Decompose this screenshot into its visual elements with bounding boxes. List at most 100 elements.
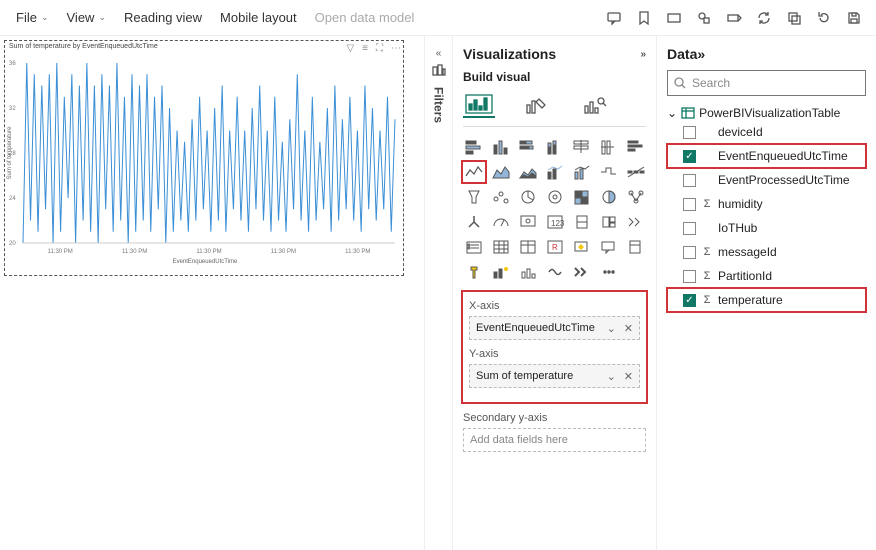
field-messageId[interactable]: ΣmessageId (667, 240, 866, 264)
visual-type-38[interactable] (544, 262, 566, 282)
field-checkbox[interactable]: ✓ (683, 294, 696, 307)
format-visual-tab[interactable] (521, 92, 553, 118)
visual-type-33[interactable] (598, 237, 620, 257)
visual-type-27[interactable] (625, 212, 647, 232)
visual-type-10[interactable] (544, 162, 566, 182)
filters-pane-collapsed[interactable]: « Filters (424, 36, 452, 550)
visual-type-2[interactable] (517, 137, 539, 157)
arrow-icon[interactable] (720, 4, 748, 32)
field-deviceId[interactable]: deviceId (667, 120, 866, 144)
svg-text:11:30 PM: 11:30 PM (122, 249, 147, 255)
visual-type-28[interactable] (463, 237, 485, 257)
visual-type-40[interactable] (598, 262, 620, 282)
y-axis-well[interactable]: Sum of temperature ⌄✕ (469, 364, 640, 388)
field-checkbox[interactable] (683, 246, 696, 259)
report-canvas[interactable]: Sum of temperature by EventEnqueuedUtcTi… (0, 36, 424, 550)
visual-type-35[interactable] (463, 262, 485, 282)
visual-type-9[interactable] (517, 162, 539, 182)
visual-type-6[interactable] (625, 137, 647, 157)
field-name: EventEnqueuedUtcTime (718, 149, 866, 163)
filters-label: Filters (432, 87, 446, 123)
visual-type-7[interactable] (463, 162, 485, 182)
field-checkbox[interactable] (683, 270, 696, 283)
x-axis-well[interactable]: EventEnqueuedUtcTime ⌄✕ (469, 316, 640, 340)
visual-type-15[interactable] (490, 187, 512, 207)
x-axis-dropdown-icon[interactable]: ⌄ (607, 322, 616, 335)
expand-filters-icon[interactable]: « (436, 48, 442, 59)
reset-icon[interactable] (810, 4, 838, 32)
shapes-icon[interactable] (690, 4, 718, 32)
field-checkbox[interactable] (683, 174, 696, 187)
visualizations-pane: Visualizations» Build visual 123R X-axis… (452, 36, 656, 550)
visual-type-31[interactable]: R (544, 237, 566, 257)
reading-view-button[interactable]: Reading view (116, 6, 210, 29)
sync-icon[interactable] (750, 4, 778, 32)
field-checkbox[interactable] (683, 126, 696, 139)
save-icon[interactable] (840, 4, 868, 32)
visual-type-26[interactable] (598, 212, 620, 232)
visual-type-23[interactable] (517, 212, 539, 232)
bookmark-icon[interactable] (630, 4, 658, 32)
comment-icon[interactable] (600, 4, 628, 32)
visual-type-8[interactable] (490, 162, 512, 182)
field-humidity[interactable]: Σhumidity (667, 192, 866, 216)
field-IoTHub[interactable]: IoTHub (667, 216, 866, 240)
visual-type-0[interactable] (463, 137, 485, 157)
secondary-y-well[interactable]: Add data fields here (463, 428, 646, 452)
visual-type-37[interactable] (517, 262, 539, 282)
visual-type-22[interactable] (490, 212, 512, 232)
visual-type-29[interactable] (490, 237, 512, 257)
visual-type-24[interactable]: 123 (544, 212, 566, 232)
visual-type-16[interactable] (517, 187, 539, 207)
visual-type-21[interactable] (463, 212, 485, 232)
sigma-icon: Σ (702, 198, 712, 210)
visual-type-39[interactable] (571, 262, 593, 282)
field-EventProcessedUtcTime[interactable]: EventProcessedUtcTime (667, 168, 866, 192)
field-checkbox[interactable] (683, 198, 696, 211)
mobile-layout-button[interactable]: Mobile layout (212, 6, 305, 29)
visual-type-17[interactable] (544, 187, 566, 207)
field-temperature[interactable]: ✓Σtemperature (667, 288, 866, 312)
field-EventEnqueuedUtcTime[interactable]: ✓ EventEnqueuedUtcTime (667, 144, 866, 168)
visual-type-34[interactable] (625, 237, 647, 257)
field-checkbox[interactable]: ✓ (683, 150, 696, 163)
visual-type-4[interactable] (571, 137, 593, 157)
visual-type-20[interactable] (625, 187, 647, 207)
open-data-model-button: Open data model (307, 6, 423, 29)
visual-type-36[interactable] (490, 262, 512, 282)
visual-type-30[interactable] (517, 237, 539, 257)
line-chart-visual[interactable]: Sum of temperature by EventEnqueuedUtcTi… (4, 40, 404, 276)
line-chart-svg: 2024283236 11:30 PM11:30 PM11:30 PM11:30… (5, 53, 401, 269)
visual-type-14[interactable] (463, 187, 485, 207)
visual-type-1[interactable] (490, 137, 512, 157)
file-menu[interactable]: File⌄ (8, 6, 57, 29)
visual-type-11[interactable] (571, 162, 593, 182)
table-node[interactable]: ⌄ PowerBIVisualizationTable (667, 106, 866, 120)
visualizations-header: Visualizations» (463, 46, 646, 62)
secondary-y-label: Secondary y-axis (463, 412, 646, 424)
collapse-viz-icon[interactable]: » (640, 49, 646, 60)
collapse-data-icon[interactable]: » (697, 46, 705, 62)
field-wells-highlight: X-axis EventEnqueuedUtcTime ⌄✕ Y-axis Su… (463, 292, 646, 402)
field-PartitionId[interactable]: ΣPartitionId (667, 264, 866, 288)
visual-type-32[interactable] (571, 237, 593, 257)
copy-icon[interactable] (780, 4, 808, 32)
x-axis-remove-icon[interactable]: ✕ (624, 322, 633, 335)
view-menu[interactable]: View⌄ (59, 6, 115, 29)
y-axis-dropdown-icon[interactable]: ⌄ (607, 370, 616, 383)
visual-type-3[interactable] (544, 137, 566, 157)
visual-type-5[interactable] (598, 137, 620, 157)
visual-type-12[interactable] (598, 162, 620, 182)
analytics-tab[interactable] (579, 92, 611, 118)
build-visual-tab[interactable] (463, 92, 495, 118)
y-axis-remove-icon[interactable]: ✕ (624, 370, 633, 383)
rectangle-icon[interactable] (660, 4, 688, 32)
field-checkbox[interactable] (683, 222, 696, 235)
visual-type-19[interactable] (598, 187, 620, 207)
visual-type-25[interactable] (571, 212, 593, 232)
search-icon (674, 77, 686, 89)
field-name: IoTHub (718, 221, 866, 235)
visual-type-13[interactable] (625, 162, 647, 182)
search-input[interactable]: Search (667, 70, 866, 96)
visual-type-18[interactable] (571, 187, 593, 207)
